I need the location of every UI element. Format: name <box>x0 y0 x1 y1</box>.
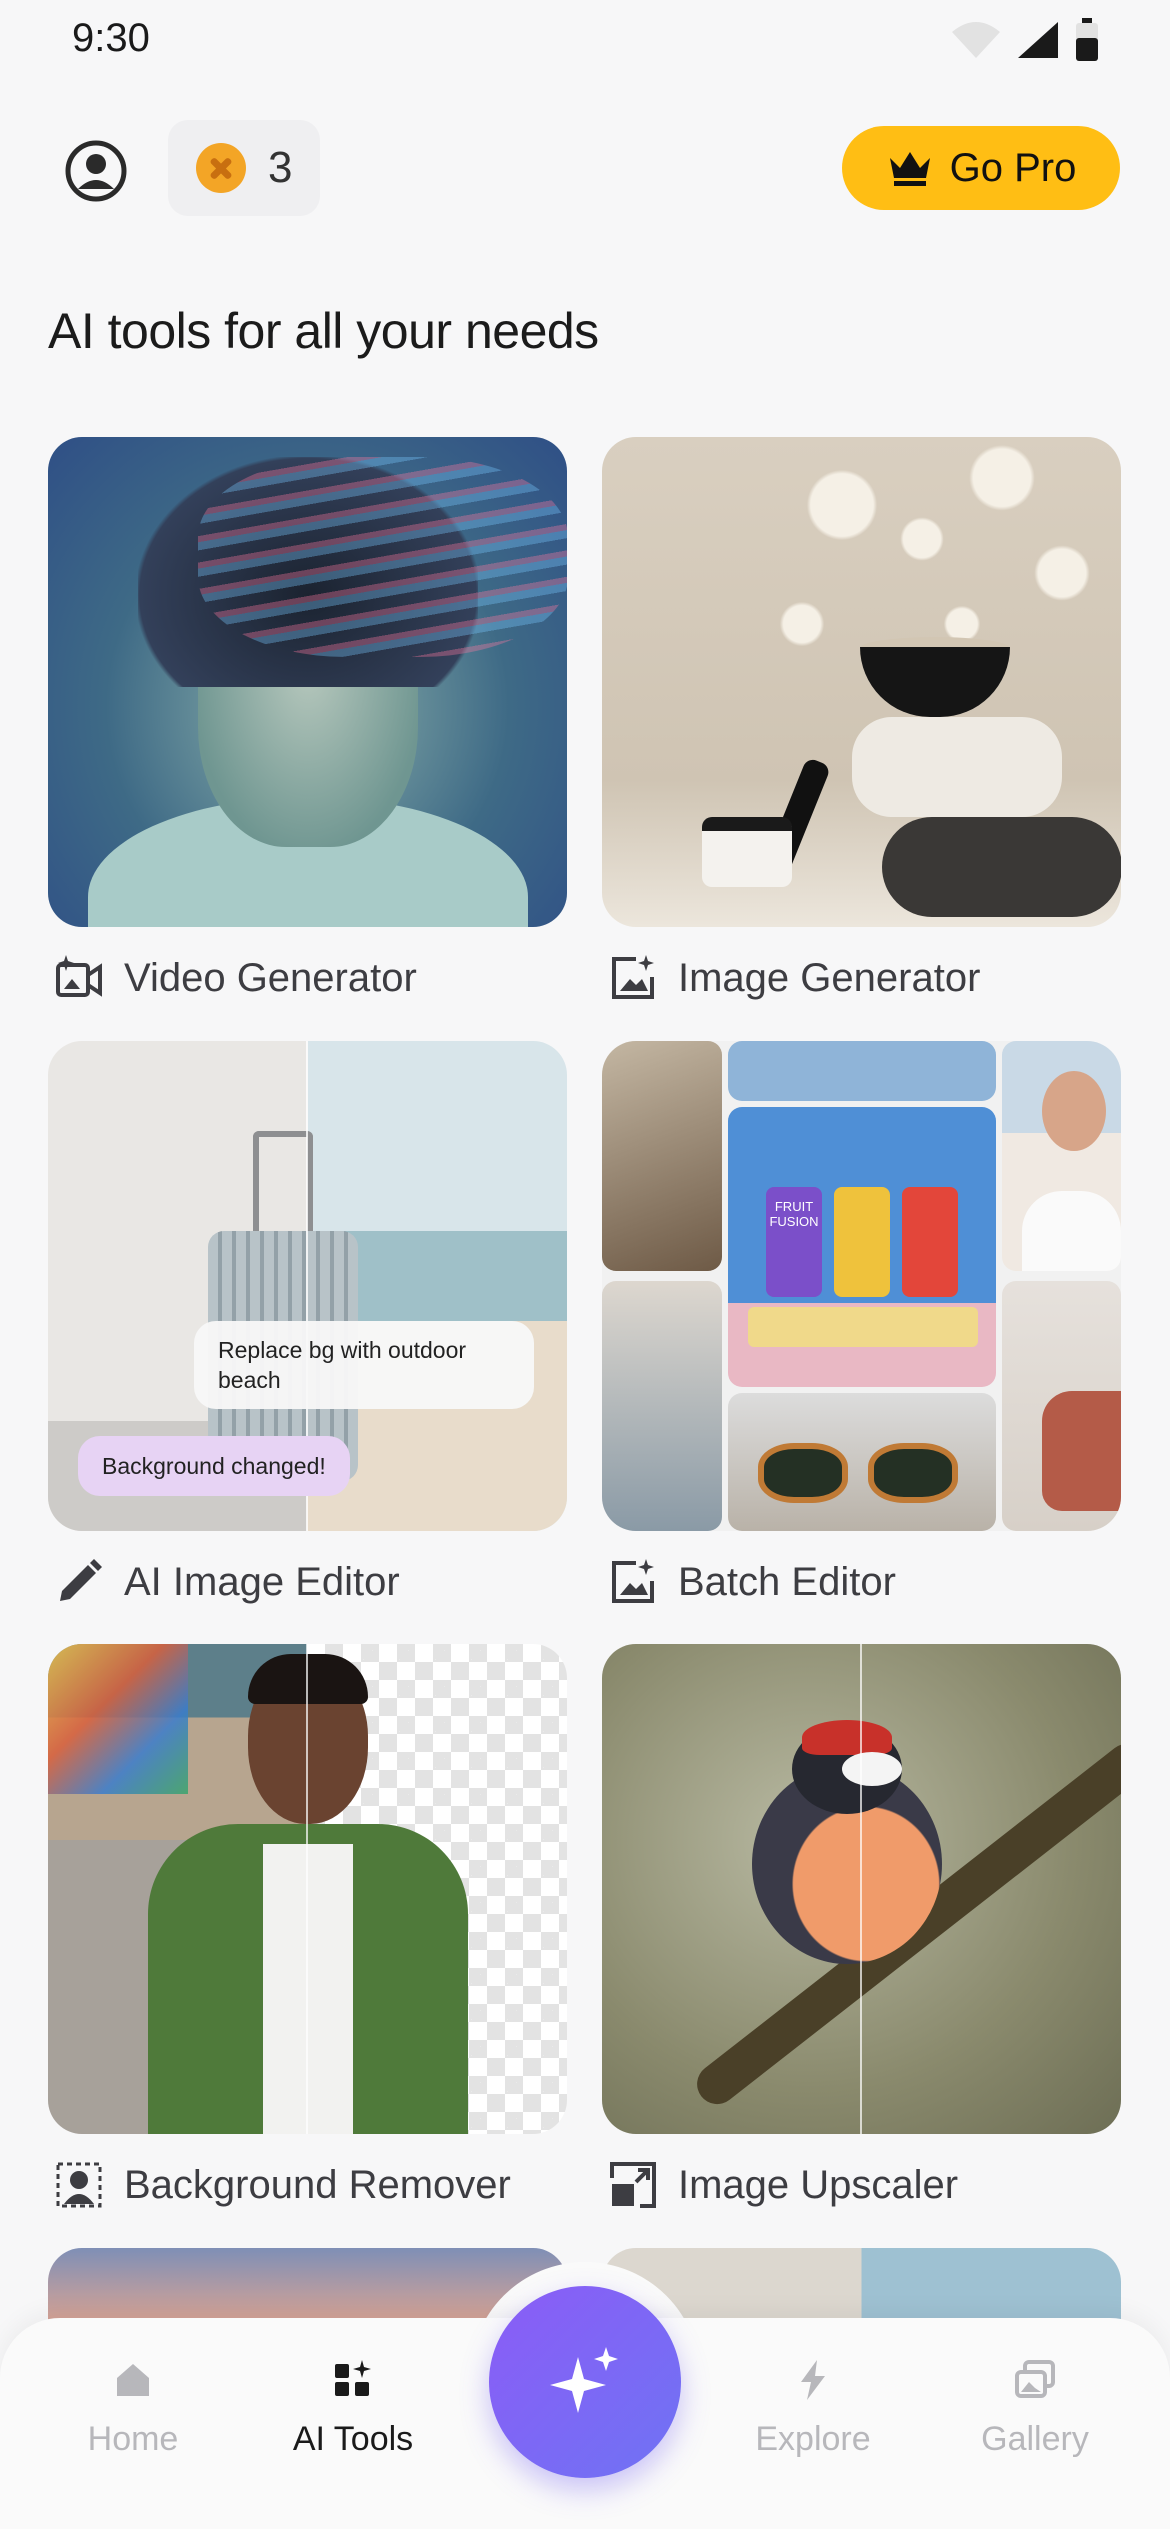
crown-icon <box>889 152 930 186</box>
create-fab-button[interactable] <box>489 2286 681 2478</box>
tool-card-background-remover[interactable]: Background Remover <box>48 1644 567 2212</box>
coin-icon <box>196 143 246 193</box>
tool-card-batch-editor[interactable]: FRUIT FUSION Batch Editor <box>602 1041 1121 1609</box>
tool-label: Image Generator <box>678 955 981 1000</box>
prompt-bubble: Replace bg with outdoor beach <box>194 1321 534 1409</box>
tool-label: Image Upscaler <box>678 2162 959 2207</box>
image-sparkle-icon <box>606 1555 660 1609</box>
nav-item-gallery[interactable]: Gallery <box>950 2358 1120 2459</box>
sparkle-icon <box>550 2347 618 2413</box>
nav-label: AI Tools <box>292 2420 414 2458</box>
nav-label: Explore <box>755 2420 871 2458</box>
nav-item-ai-tools[interactable]: AI Tools <box>268 2358 438 2459</box>
credits-count: 3 <box>268 143 293 192</box>
tool-card-video-generator[interactable]: Video Generator <box>48 437 567 1005</box>
tool-label: Background Remover <box>124 2162 511 2207</box>
lightning-icon <box>801 2360 825 2400</box>
ai-image-editor-thumbnail: Replace bg with outdoor beach Background… <box>48 1041 567 1531</box>
battery-icon <box>1076 18 1098 61</box>
user-circle-icon <box>65 140 127 202</box>
profile-button[interactable] <box>60 135 132 207</box>
gallery-icon <box>1015 2360 1055 2398</box>
nav-label: Gallery <box>981 2420 1089 2458</box>
cellular-signal-icon <box>1018 22 1058 58</box>
tool-label: Video Generator <box>124 955 417 1000</box>
reply-bubble: Background changed! <box>78 1436 350 1496</box>
video-generator-thumbnail <box>48 437 567 927</box>
image-sparkle-icon <box>606 951 660 1005</box>
wifi-icon <box>952 22 1000 58</box>
tool-label: AI Image Editor <box>124 1559 400 1604</box>
can-label: FRUIT FUSION <box>766 1187 822 1297</box>
status-bar: 9:30 <box>0 0 1170 84</box>
grid-sparkle-icon <box>335 2360 371 2396</box>
section-title: AI tools for all your needs <box>48 303 599 359</box>
credits-chip[interactable]: 3 <box>168 120 320 216</box>
go-pro-button[interactable]: Go Pro <box>842 126 1120 210</box>
background-remover-thumbnail <box>48 1644 567 2134</box>
video-sparkle-icon <box>52 951 106 1005</box>
tool-label: Batch Editor <box>678 1559 896 1604</box>
upscale-icon <box>606 2158 660 2212</box>
nav-label: Home <box>87 2420 179 2458</box>
nav-item-home[interactable]: Home <box>48 2358 218 2459</box>
tool-card-image-upscaler[interactable]: Image Upscaler <box>602 1644 1121 2212</box>
tool-card-image-generator[interactable]: Image Generator <box>602 437 1121 1005</box>
status-icons <box>950 18 1100 62</box>
image-generator-thumbnail <box>602 437 1121 927</box>
nav-item-explore[interactable]: Explore <box>728 2358 898 2459</box>
home-icon <box>117 2364 149 2396</box>
image-upscaler-thumbnail <box>602 1644 1121 2134</box>
batch-editor-thumbnail: FRUIT FUSION <box>602 1041 1121 1531</box>
pencil-icon <box>52 1555 106 1609</box>
tool-card-ai-image-editor[interactable]: Replace bg with outdoor beach Background… <box>48 1041 567 1609</box>
go-pro-label: Go Pro <box>949 145 1077 190</box>
app-header: 3 Go Pro <box>0 110 1170 230</box>
person-remove-bg-icon <box>52 2158 106 2212</box>
status-time: 9:30 <box>72 16 150 60</box>
